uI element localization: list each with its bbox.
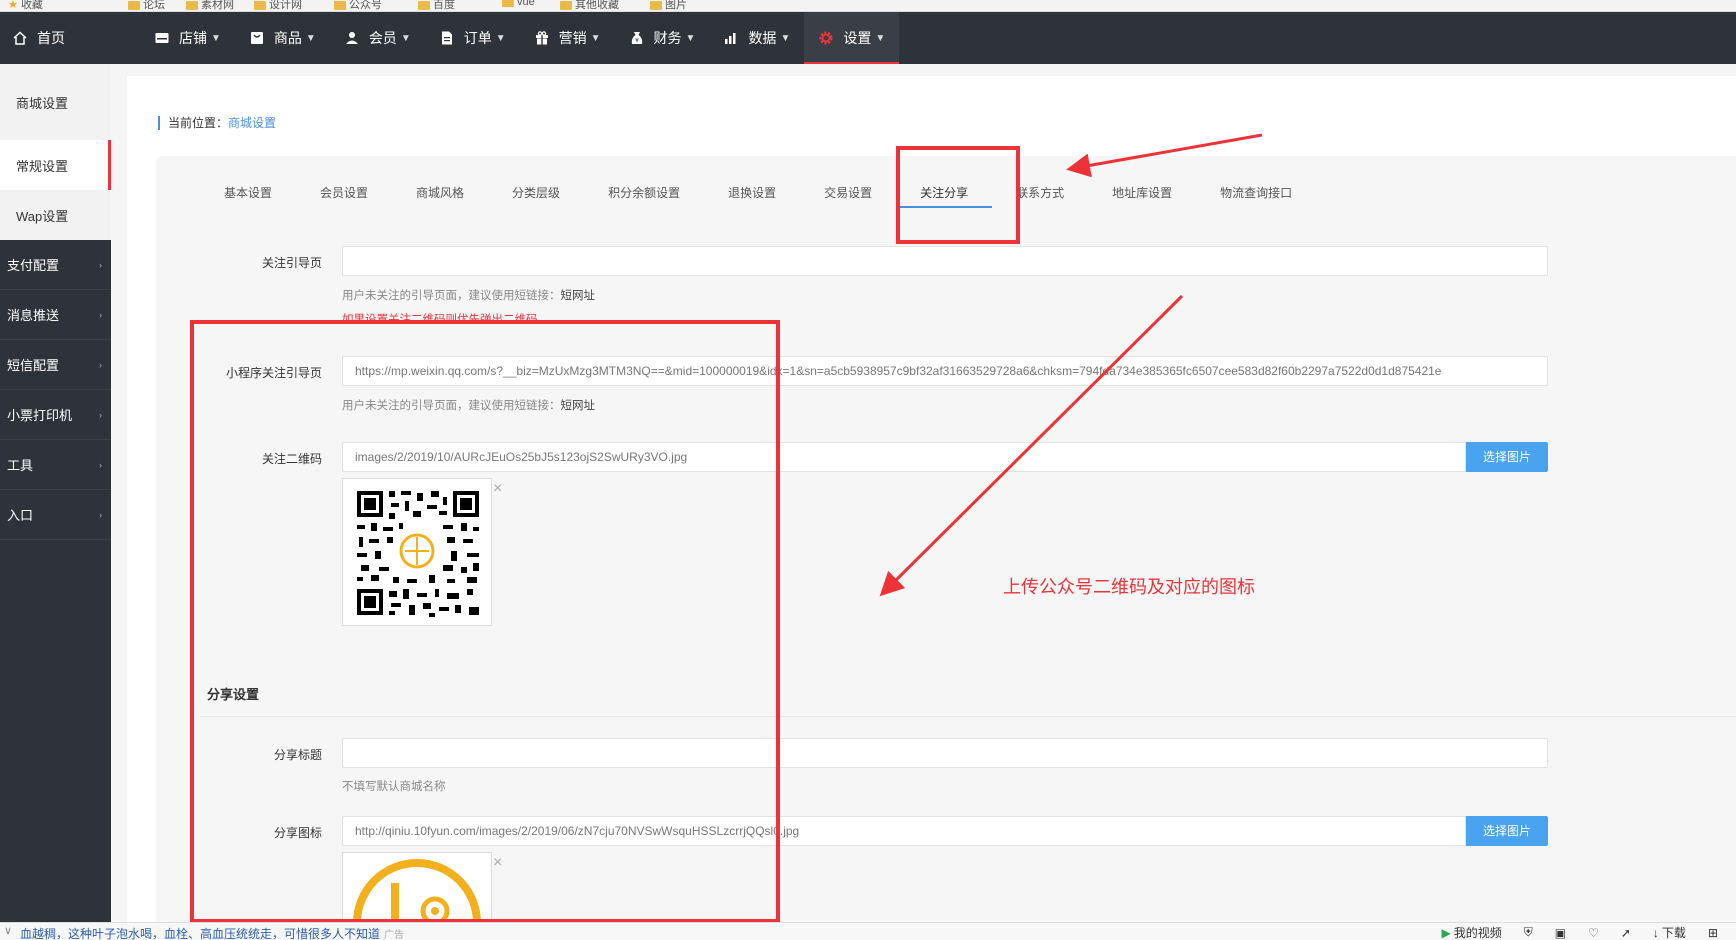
play-icon: ▶ <box>1441 925 1451 940</box>
chevron-right-icon: › <box>99 509 102 520</box>
bookmark-item[interactable]: 百度 <box>418 0 455 11</box>
folder-icon <box>186 0 198 10</box>
tab-basic[interactable]: 基本设置 <box>200 178 296 208</box>
short-url-link[interactable]: 短网址 <box>561 290 596 302</box>
chevron-right-icon: › <box>99 309 102 320</box>
folder-icon <box>128 0 140 10</box>
chevron-down-icon: ▼ <box>875 32 886 44</box>
nav-item-home[interactable]: 首页 <box>0 12 140 64</box>
chevron-down-icon: ▼ <box>495 32 506 44</box>
chevron-down-icon: ▼ <box>685 32 696 44</box>
download-button[interactable]: ↓ 下载 <box>1653 924 1686 940</box>
sidebar-item-tools[interactable]: 工具 › <box>0 440 111 490</box>
folder-icon <box>560 0 572 10</box>
money-icon: ¥ <box>629 30 645 46</box>
sidebar-item-payment[interactable]: 支付配置 › <box>0 240 111 290</box>
folder-icon <box>334 0 346 10</box>
bookmark-item[interactable]: 图片 <box>650 0 687 11</box>
sidebar-item-entry[interactable]: 入口 › <box>0 490 111 540</box>
bookmark-item[interactable]: 其他收藏 <box>560 0 619 11</box>
select-share-icon-button[interactable]: 选择图片 <box>1466 816 1548 846</box>
sidebar-item-printer[interactable]: 小票打印机 › <box>0 390 111 440</box>
chevron-right-icon: › <box>99 459 102 470</box>
folder-icon <box>418 0 430 10</box>
nav-item-settings[interactable]: 设置 ▼ <box>804 12 900 64</box>
goods-icon <box>249 30 265 46</box>
chevron-right-icon: › <box>99 259 102 270</box>
nav-item-marketing[interactable]: 营销 ▼ <box>520 12 615 64</box>
sidebar-item-wap-settings[interactable]: Wap设置 <box>0 190 111 240</box>
tab-style[interactable]: 商城风格 <box>392 178 488 208</box>
star-icon: ★ <box>8 0 18 11</box>
follow-page-help-red: 如果设置关注二维码则优先弹出二维码 <box>342 314 538 320</box>
bookmark-item[interactable]: ★ 收藏 <box>8 0 43 11</box>
tab-address[interactable]: 地址库设置 <box>1088 178 1196 208</box>
top-nav: 首页 店铺 ▼ 商品 ▼ 会员 ▼ 订单 ▼ 营销 ▼ ¥ 财务 ▼ 数据 ▼ … <box>0 12 1736 64</box>
heart-icon[interactable]: ♡ <box>1588 926 1599 940</box>
follow-page-help: 用户未关注的引导页面，建议使用短链接：短网址 <box>342 290 596 302</box>
order-icon <box>439 30 455 46</box>
select-qrcode-button[interactable]: 选择图片 <box>1466 442 1548 472</box>
bookmark-item[interactable]: 设计网 <box>254 0 302 11</box>
annotation-box-form <box>190 320 780 923</box>
nav-item-goods[interactable]: 商品 ▼ <box>235 12 330 64</box>
tab-logistics[interactable]: 物流查询接口 <box>1196 178 1316 208</box>
chevron-down-icon: ▼ <box>590 32 601 44</box>
shield-icon[interactable]: ⛨ <box>1524 925 1533 940</box>
nav-item-member[interactable]: 会员 ▼ <box>330 12 425 64</box>
chevron-right-icon: › <box>99 359 102 370</box>
store-icon <box>154 30 170 46</box>
nav-item-data[interactable]: 数据 ▼ <box>709 12 804 64</box>
chart-icon <box>723 30 739 46</box>
sidebar: 商城设置 常规设置 Wap设置 支付配置 › 消息推送 › 短信配置 › 小票打印机 ›… <box>0 64 111 922</box>
my-video-button[interactable]: ▶ 我的视频 <box>1441 924 1501 940</box>
nav-item-store[interactable]: 店铺 ▼ <box>140 12 235 64</box>
chevron-down-icon: ▼ <box>305 32 316 44</box>
annotation-box-tab <box>896 146 1020 244</box>
follow-page-label: 关注引导页 <box>261 256 322 270</box>
breadcrumb: 当前位置：商城设置 <box>158 116 276 130</box>
folder-icon <box>502 0 514 7</box>
image-icon[interactable]: ▣ <box>1555 926 1566 940</box>
folder-icon <box>650 0 662 10</box>
bookmark-item[interactable]: 论坛 <box>128 0 165 11</box>
folder-icon <box>254 0 266 10</box>
bookmark-item[interactable]: 公众号 <box>334 0 382 11</box>
tab-points[interactable]: 积分余额设置 <box>584 178 704 208</box>
gear-icon <box>818 30 834 46</box>
bookmark-bar: ★ 收藏 论坛 素材网 设计网 公众号 百度 vue 其他收藏 图片 <box>0 0 1736 12</box>
chevron-down-icon: ▼ <box>211 32 221 44</box>
annotation-text: 上传公众号二维码及对应的图标 <box>1003 577 1255 597</box>
bookmark-item[interactable]: vue <box>502 0 535 8</box>
nav-item-finance[interactable]: ¥ 财务 ▼ <box>615 12 710 64</box>
sidebar-item-sms[interactable]: 短信配置 › <box>0 340 111 390</box>
sidebar-item-mall-settings[interactable]: 商城设置 <box>0 64 111 140</box>
bookmark-item[interactable]: 素材网 <box>186 0 234 11</box>
news-ticker[interactable]: 血越稠，这种叶子泡水喝，血栓、高血压统统走，可惜很多人不知道 广告 <box>20 925 404 940</box>
breadcrumb-link[interactable]: 商城设置 <box>228 116 276 130</box>
download-icon: ↓ <box>1652 925 1659 940</box>
chevron-down-icon: ∨ <box>4 925 13 937</box>
grid-icon[interactable]: ⊞ <box>1708 926 1718 940</box>
browser-status-bar: ∨ 血越稠，这种叶子泡水喝，血栓、高血压统统走，可惜很多人不知道 广告 ▶ 我的视频… <box>0 922 1736 940</box>
user-icon <box>344 30 360 46</box>
nav-item-order[interactable]: 订单 ▼ <box>425 12 520 64</box>
rocket-icon[interactable]: ➚ <box>1621 926 1631 940</box>
chevron-right-icon: › <box>99 409 102 420</box>
follow-page-input[interactable] <box>342 246 1548 276</box>
settings-tabs: 基本设置 会员设置 商城风格 分类层级 积分余额设置 退换设置 交易设置 关注分… <box>200 178 1316 212</box>
gift-icon <box>534 30 550 46</box>
status-tools: ▶ 我的视频 ⛨ ▣ ♡ ➚ ↓ 下载 ⊞ <box>1441 924 1718 940</box>
tab-refund[interactable]: 退换设置 <box>704 178 800 208</box>
svg-text:¥: ¥ <box>635 38 639 45</box>
sidebar-item-general-settings[interactable]: 常规设置 <box>0 140 111 190</box>
chevron-down-icon: ▼ <box>400 32 411 44</box>
chevron-down-icon: ▼ <box>780 32 791 44</box>
tab-member[interactable]: 会员设置 <box>296 178 392 208</box>
tab-category[interactable]: 分类层级 <box>488 178 584 208</box>
home-icon <box>12 30 28 46</box>
sidebar-item-push[interactable]: 消息推送 › <box>0 290 111 340</box>
tab-trade[interactable]: 交易设置 <box>800 178 896 208</box>
